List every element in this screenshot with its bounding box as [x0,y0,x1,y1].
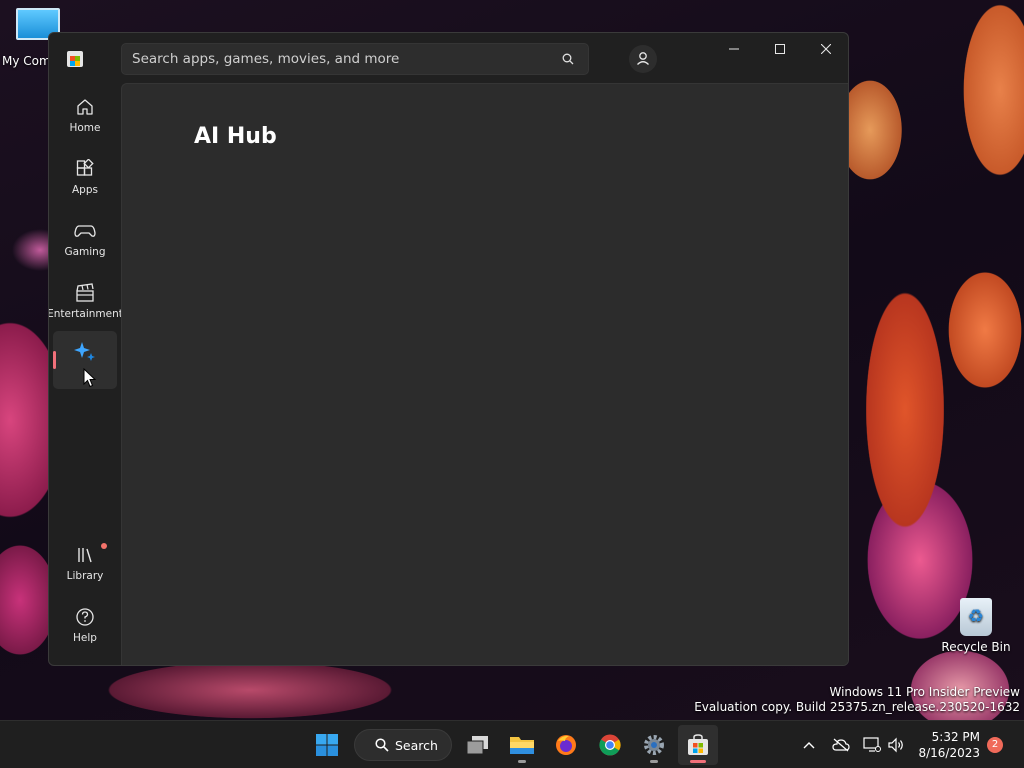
recycle-bin-desktop-icon[interactable]: Recycle Bin [940,598,1012,654]
gear-icon [644,735,664,755]
nav-label-help: Help [73,632,97,644]
search-box[interactable] [121,43,589,75]
microsoft-store-window: Home Apps Gaming Ent [48,32,849,666]
nav-label-home: Home [69,122,101,134]
recycle-bin-label: Recycle Bin [941,640,1011,654]
notification-badge[interactable]: 2 [987,737,1003,753]
nav-item-apps[interactable]: Apps [53,149,117,207]
taskbar-settings[interactable] [634,725,674,765]
mouse-cursor-icon [83,368,97,388]
close-button[interactable] [803,33,848,65]
title-bar[interactable] [49,33,848,83]
taskbar-search-label: Search [395,737,438,753]
nav-label-gaming: Gaming [64,246,106,258]
taskbar-file-explorer[interactable] [502,725,542,765]
watermark-line-1: Windows 11 Pro Insider Preview [829,685,1020,699]
clock-time: 5:32 PM [931,730,980,744]
taskbar-firefox[interactable] [546,725,586,765]
taskbar-clock[interactable]: 5:32 PM 8/16/2023 [916,729,980,761]
nav-item-gaming[interactable]: Gaming [53,211,117,269]
windows-watermark: Windows 11 Pro Insider Preview Evaluatio… [694,685,1020,715]
task-view-button[interactable] [458,725,498,765]
windows-logo-icon [316,734,338,756]
search-icon [375,738,389,752]
nav-item-help[interactable]: Help [53,597,117,655]
firefox-icon [556,735,576,755]
chrome-icon [599,734,621,756]
nav-item-library[interactable]: Library [53,535,117,593]
help-icon [76,608,94,626]
page-title: AI Hub [194,124,277,149]
cloud-offline-icon [832,738,850,752]
nav-item-entertainment[interactable]: Entertainment [49,273,123,331]
minimize-button[interactable] [711,33,757,65]
gaming-icon [74,225,96,237]
nav-item-home[interactable]: Home [53,87,117,145]
running-indicator [518,760,526,763]
taskbar-microsoft-store[interactable] [678,725,718,765]
minimize-icon [729,48,739,50]
speaker-icon [888,737,903,753]
home-icon [77,99,93,115]
maximize-icon [775,44,785,54]
taskbar: Search 5:32 PM 8/16/2023 2 [0,720,1024,768]
taskbar-chrome[interactable] [590,725,630,765]
running-indicator [650,760,658,763]
watermark-line-2: Evaluation copy. Build 25375.zn_release.… [694,700,1020,714]
library-update-badge [101,543,107,549]
search-input[interactable] [132,44,552,74]
person-icon [637,52,649,65]
start-button[interactable] [307,725,347,765]
file-explorer-icon [510,737,534,754]
ai-hub-sparkle-icon [74,342,95,361]
search-icon[interactable] [562,53,574,65]
nav-label-library: Library [66,570,104,582]
taskbar-search-button[interactable]: Search [354,729,452,761]
network-tray-button[interactable] [862,735,882,755]
onedrive-tray-button[interactable] [831,735,851,755]
entertainment-icon [76,283,94,302]
library-icon [78,548,92,563]
recycle-bin-icon [960,598,992,636]
show-hidden-icons-button[interactable] [799,735,819,755]
microsoft-store-icon [688,734,708,755]
active-app-indicator [690,760,706,763]
nav-label-entertainment: Entertainment [48,308,123,320]
apps-icon [76,159,94,176]
store-logo-icon [67,51,83,67]
network-icon [863,737,881,752]
main-content: AI Hub [121,83,848,665]
clock-date: 8/16/2023 [918,746,980,760]
close-icon [821,44,831,54]
nav-label-apps: Apps [72,184,98,196]
chevron-up-icon [803,742,815,749]
task-view-icon [466,736,488,755]
maximize-button[interactable] [757,33,803,65]
account-button[interactable] [629,45,657,73]
volume-tray-button[interactable] [886,735,906,755]
